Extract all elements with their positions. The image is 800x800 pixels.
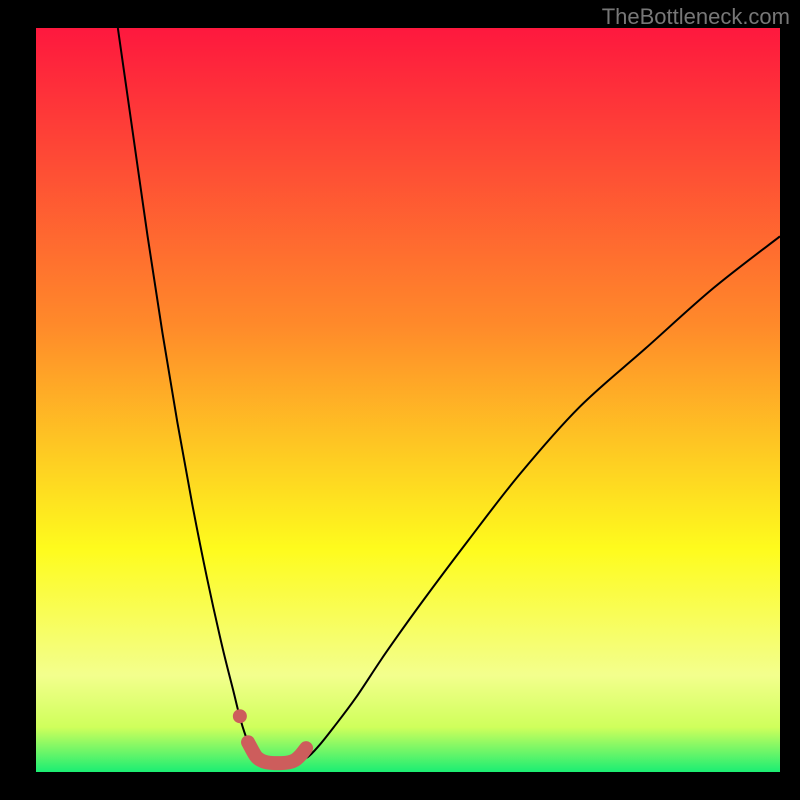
gradient-background [36,28,780,772]
bottleneck-chart [36,28,780,772]
chart-container: TheBottleneck.com [0,0,800,800]
bottleneck-marker-dot [233,709,247,723]
watermark-text: TheBottleneck.com [602,4,790,30]
plot-area [36,28,780,772]
